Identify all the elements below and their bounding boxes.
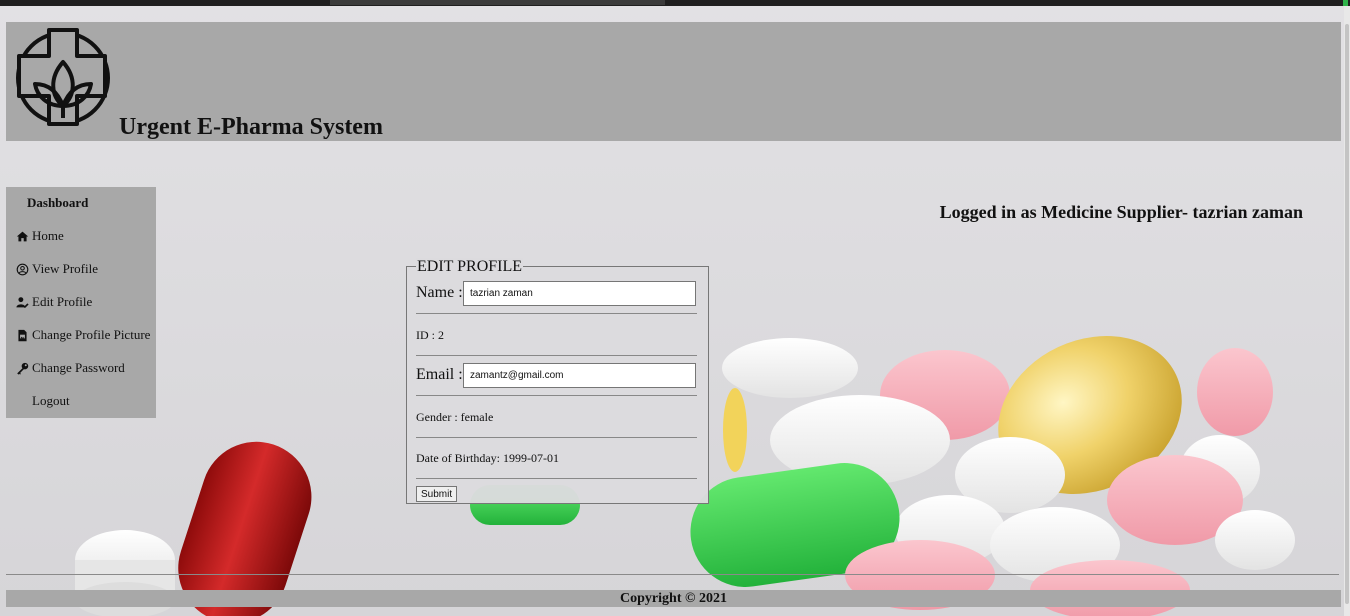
sidebar-nav: Dashboard Home View Profile Edit Profile… — [6, 187, 156, 418]
key-icon — [15, 361, 29, 375]
edit-profile-legend: EDIT PROFILE — [416, 258, 524, 276]
site-title: Urgent E-Pharma System — [119, 114, 383, 140]
divider — [416, 355, 697, 356]
site-header: Urgent E-Pharma System — [6, 22, 1341, 141]
file-image-icon — [15, 328, 29, 342]
sidebar-item-label: Logout — [32, 393, 70, 408]
footer-divider — [6, 574, 1339, 575]
sidebar-item-label: Change Password — [32, 360, 125, 375]
name-input[interactable] — [463, 281, 696, 306]
sidebar-title: Dashboard — [27, 195, 89, 210]
sidebar-item-view-profile[interactable]: View Profile — [15, 260, 98, 278]
pharmacy-cross-leaf-icon — [16, 28, 110, 126]
sidebar-item-home[interactable]: Home — [15, 227, 64, 245]
home-icon — [15, 229, 29, 243]
email-input[interactable] — [463, 363, 696, 388]
browser-tab-hint — [330, 0, 665, 5]
sidebar-item-edit-profile[interactable]: Edit Profile — [15, 293, 92, 311]
sidebar-item-label: Home — [32, 228, 64, 243]
sidebar-item-change-password[interactable]: Change Password — [15, 359, 125, 377]
divider — [416, 478, 697, 479]
copyright-text: Copyright © 2021 — [620, 591, 727, 606]
divider — [416, 313, 697, 314]
logout-icon-placeholder — [15, 394, 29, 408]
divider — [416, 437, 697, 438]
dob-text: Date of Birthday: 1999-07-01 — [416, 451, 559, 465]
sidebar-item-label: View Profile — [32, 261, 99, 276]
sidebar-item-label: Change Profile Picture — [32, 327, 151, 342]
page-scrollbar[interactable] — [1344, 6, 1350, 616]
scrollbar-thumb[interactable] — [1345, 24, 1349, 604]
user-circle-icon — [15, 262, 29, 276]
logged-in-status: Logged in as Medicine Supplier- tazrian … — [939, 202, 1303, 222]
user-edit-icon — [15, 295, 29, 309]
divider — [416, 395, 697, 396]
name-label: Name : — [416, 284, 463, 301]
site-footer: Copyright © 2021 — [6, 590, 1341, 607]
browser-top-strip — [0, 0, 1350, 6]
sidebar-item-label: Edit Profile — [32, 294, 93, 309]
id-text: ID : 2 — [416, 328, 444, 342]
submit-button[interactable]: Submit — [416, 486, 458, 502]
email-label: Email : — [416, 366, 463, 383]
edit-profile-form: EDIT PROFILE Name : ID : 2 Email : Gende… — [406, 258, 709, 504]
edit-profile-fieldset: EDIT PROFILE Name : ID : 2 Email : Gende… — [406, 258, 709, 504]
sidebar-item-change-profile-picture[interactable]: Change Profile Picture — [15, 326, 150, 344]
browser-status-indicator — [1343, 0, 1348, 6]
gender-text: Gender : female — [416, 410, 494, 424]
sidebar-item-logout[interactable]: Logout — [15, 392, 70, 410]
